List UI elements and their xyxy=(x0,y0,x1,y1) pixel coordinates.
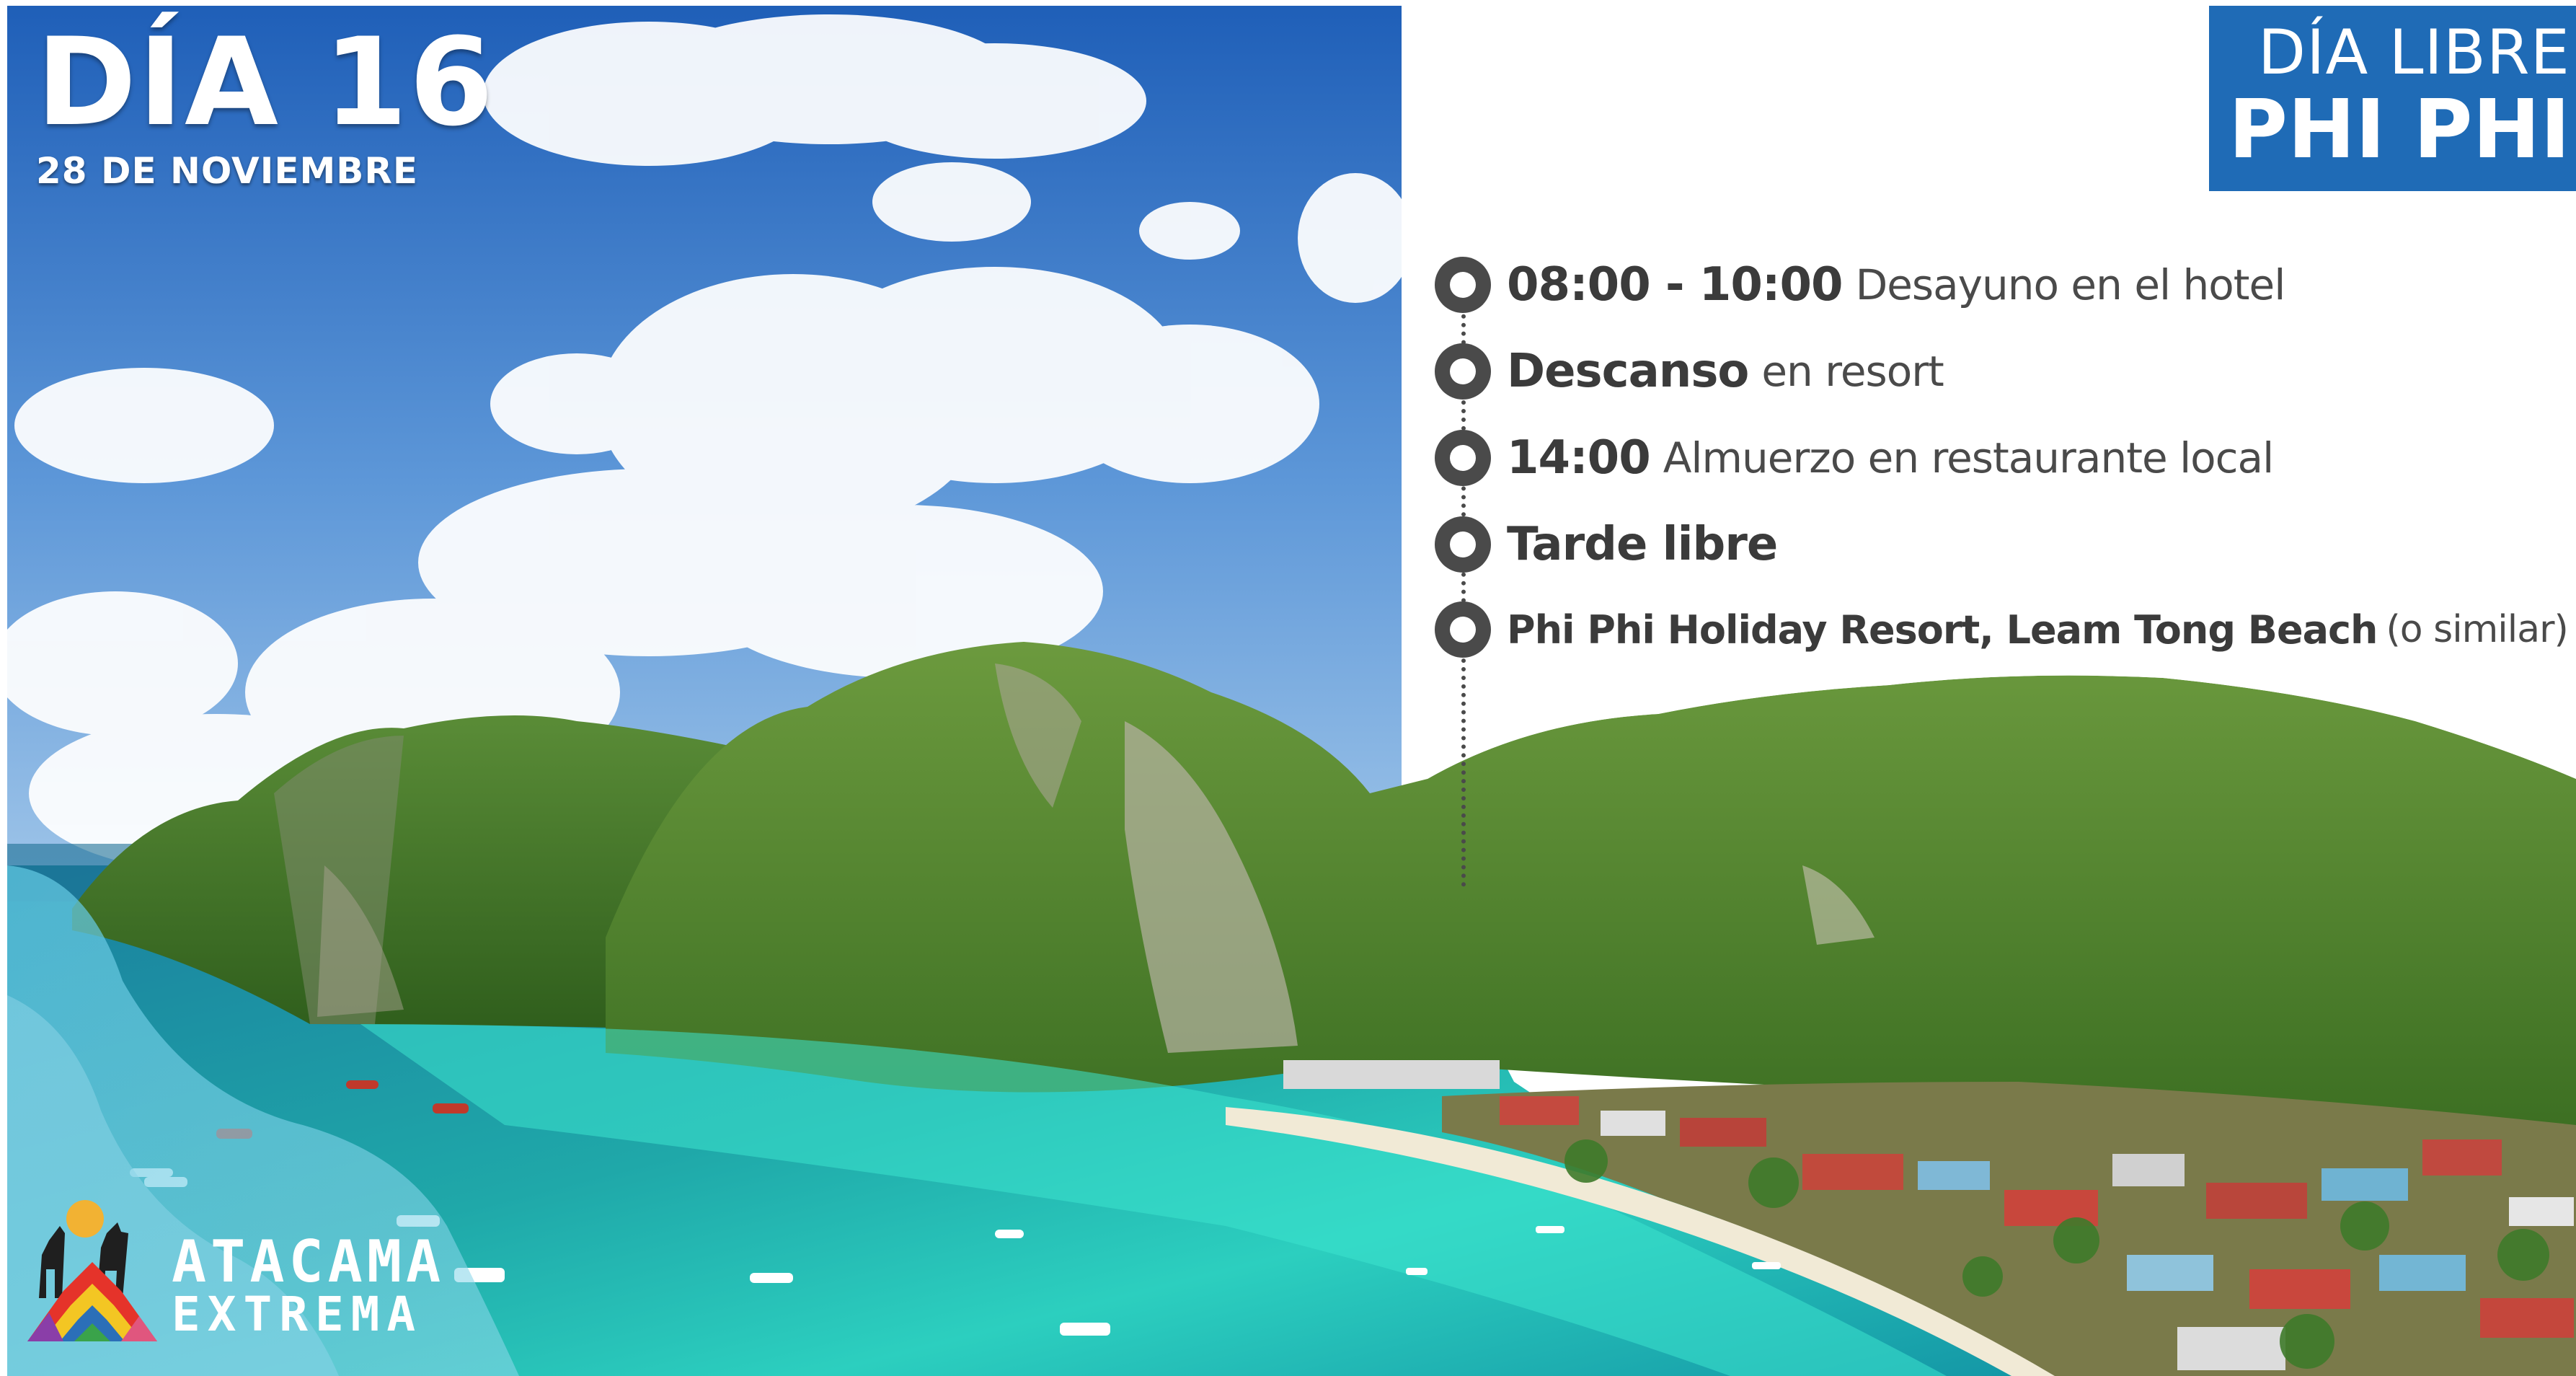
itinerary-item: Descanso en resort xyxy=(1435,343,1944,400)
badge-line1: DÍA LIBRE xyxy=(2257,17,2570,89)
logo-text-line1: ATACAMA xyxy=(172,1228,446,1295)
itinerary-detail: Almuerzo en restaurante local xyxy=(1663,433,2274,482)
atacama-extrema-logo: ATACAMA EXTREMA xyxy=(20,1190,441,1356)
day-date: 28 DE NOVIEMBRE xyxy=(36,150,419,192)
atacama-extrema-logo-icon xyxy=(27,1200,157,1341)
itinerary-item: Phi Phi Holiday Resort, Leam Tong Beach … xyxy=(1435,601,2569,658)
timeline-dot-icon xyxy=(1435,343,1491,400)
logo-text-line2: EXTREMA xyxy=(172,1287,423,1342)
itinerary-detail: (o similar) xyxy=(2386,608,2568,651)
itinerary-detail: en resort xyxy=(1761,347,1944,396)
itinerary-hotel: Phi Phi Holiday Resort, Leam Tong Beach xyxy=(1507,607,2378,653)
scenery-photo xyxy=(0,0,2576,1376)
itinerary-time: Descanso xyxy=(1507,345,1749,398)
day-number: DÍA 16 xyxy=(36,12,495,153)
timeline-dot-icon xyxy=(1435,601,1491,658)
itinerary-time: 08:00 - 10:00 xyxy=(1507,258,1844,312)
timeline-dot-icon xyxy=(1435,430,1491,486)
timeline-dot-icon xyxy=(1435,257,1491,313)
itinerary-item: 08:00 - 10:00 Desayuno en el hotel xyxy=(1435,256,2285,314)
itinerary-time: Tarde libre xyxy=(1507,518,1778,571)
itinerary-item: 14:00 Almuerzo en restaurante local xyxy=(1435,429,2274,487)
destination-badge: DÍA LIBRE PHI PHI xyxy=(2209,6,2576,191)
itinerary-item: Tarde libre xyxy=(1435,516,1790,573)
timeline-dot-icon xyxy=(1435,516,1491,573)
day-heading: DÍA 16 28 DE NOVIEMBRE xyxy=(36,22,495,189)
itinerary-detail: Desayuno en el hotel xyxy=(1855,260,2286,309)
badge-line2: PHI PHI xyxy=(2228,83,2570,177)
landscape-illustration xyxy=(0,6,2576,1376)
itinerary-time: 14:00 xyxy=(1507,431,1651,485)
